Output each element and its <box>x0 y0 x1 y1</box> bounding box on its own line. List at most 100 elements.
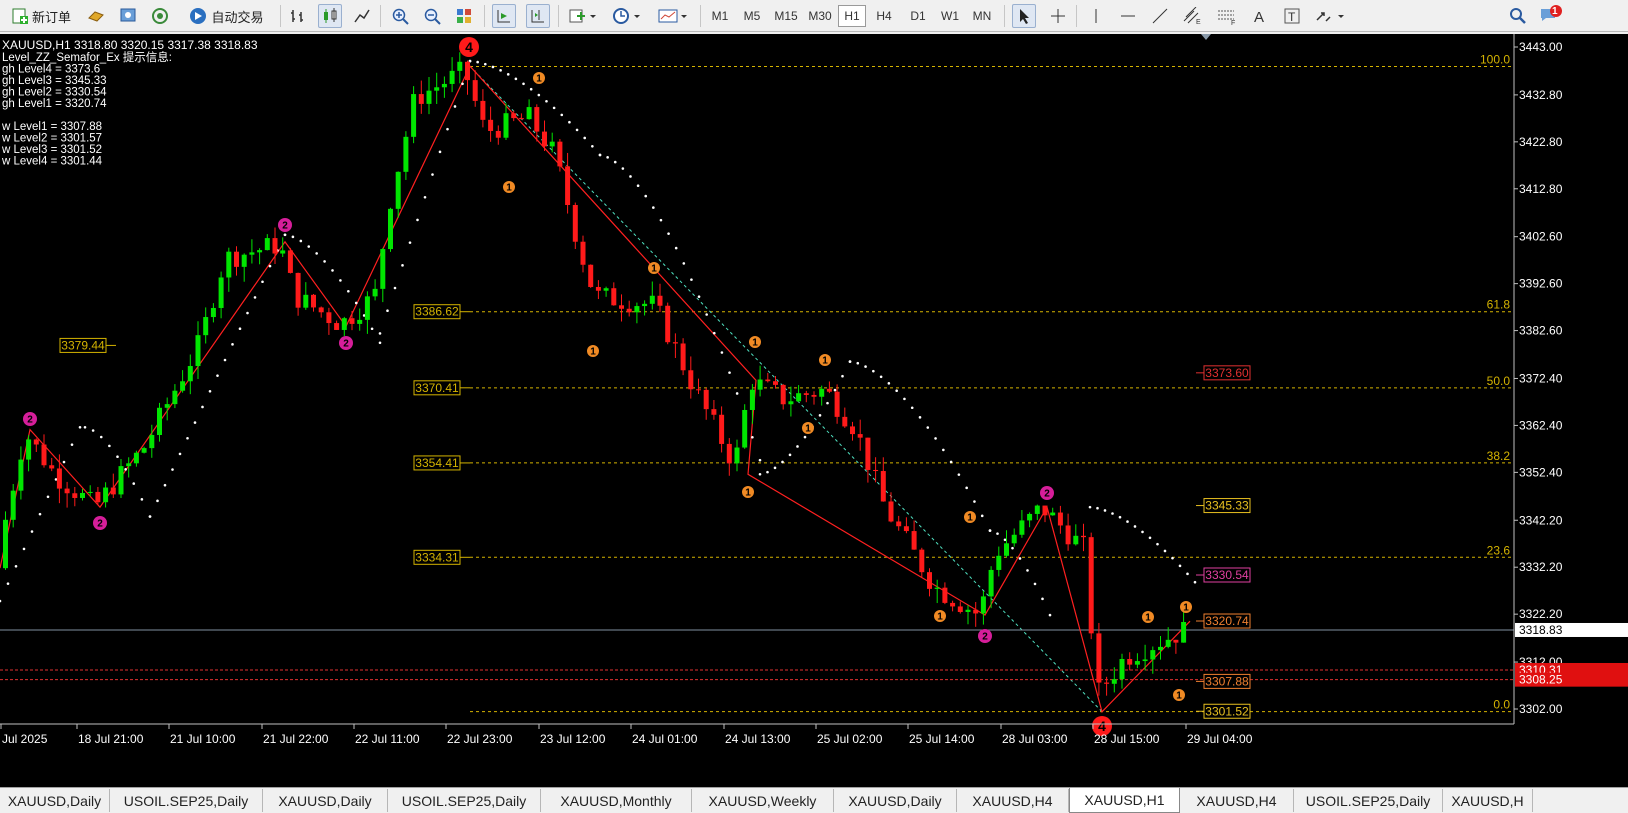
chart-tab[interactable]: XAUUSD,Monthly <box>541 789 692 812</box>
arrows-dropdown[interactable] <box>1312 4 1350 28</box>
tile-windows-button[interactable] <box>452 4 476 28</box>
semafor-marker-label: 2 <box>97 519 103 530</box>
navigator-button[interactable] <box>116 4 140 28</box>
tab-scroll-arrows[interactable] <box>1536 790 1626 811</box>
candle-body <box>757 379 763 390</box>
sar-dot <box>606 156 609 159</box>
chart-tab[interactable]: XAUUSD,H1 <box>1069 788 1180 813</box>
search-icon <box>1510 8 1526 24</box>
auto-trading-button[interactable]: 自动交易 <box>180 4 272 28</box>
text-tool-button[interactable]: A <box>1248 4 1272 28</box>
chart-tab[interactable]: XAUUSD,H4 <box>957 789 1069 812</box>
auto-scroll-button[interactable] <box>492 4 516 28</box>
timeframe-m5-button[interactable]: M5 <box>738 5 766 27</box>
templates-dropdown[interactable] <box>654 4 694 28</box>
tile-windows-icon <box>457 9 471 23</box>
terminal-button[interactable] <box>148 4 172 28</box>
zigzag-line <box>0 65 1191 713</box>
chart-tab[interactable]: XAUUSD,H <box>1443 789 1533 812</box>
sar-dot <box>644 194 648 198</box>
chart-tab[interactable]: XAUUSD,H4 <box>1180 789 1294 812</box>
sar-dot <box>231 343 234 346</box>
chart-tab[interactable]: XAUUSD,Weekly <box>692 789 834 812</box>
chart-tab[interactable]: XAUUSD,Daily <box>0 789 110 812</box>
market-watch-button[interactable] <box>84 4 108 28</box>
timeframe-d1-button[interactable]: D1 <box>904 5 932 27</box>
chart-tab[interactable]: XAUUSD,Daily <box>263 789 388 812</box>
sar-dot <box>1011 546 1014 550</box>
level-box-label: 3386.62 <box>415 305 459 319</box>
candle-body <box>1050 512 1056 516</box>
candle-body <box>388 208 393 250</box>
sar-dot <box>1148 536 1152 540</box>
cursor-tool-button[interactable] <box>1012 4 1036 28</box>
bar-chart-button[interactable] <box>286 4 310 28</box>
candle-body <box>773 381 778 385</box>
indicators-dropdown[interactable] <box>565 4 601 28</box>
text-label-button[interactable]: T <box>1280 4 1304 28</box>
chart-tab[interactable]: USOIL.SEP25,Daily <box>110 789 263 812</box>
candle-body <box>26 439 32 460</box>
sar-dot <box>598 153 602 157</box>
candle-body <box>873 469 879 472</box>
chat-icon <box>1541 5 1562 21</box>
search-button[interactable] <box>1506 4 1530 28</box>
sar-dot <box>728 371 731 374</box>
price-tick-label: 3372.40 <box>1519 371 1563 385</box>
chart-tab[interactable]: USOIL.SEP25,Daily <box>1294 789 1443 812</box>
new-order-button[interactable]: 新订单 <box>4 4 78 28</box>
timeframe-w1-button[interactable]: W1 <box>936 5 964 27</box>
chart-tab[interactable]: USOIL.SEP25,Daily <box>388 789 541 812</box>
sar-dot <box>583 136 587 140</box>
timeframe-h4-button[interactable]: H4 <box>870 5 898 27</box>
timeframe-m15-button[interactable]: M15 <box>770 5 802 27</box>
main-toolbar: 新订单 自动交易 M1 M5 M15 M30 H1 H4 D1 W1 MN E F A T 1 <box>0 0 1628 32</box>
periods-dropdown[interactable] <box>608 4 648 28</box>
horizontal-line-button[interactable] <box>1116 4 1140 28</box>
candle-body <box>942 587 948 603</box>
sar-dot <box>1111 512 1114 515</box>
zoom-out-button[interactable] <box>420 4 444 28</box>
price-chart[interactable]: 100.0 61.8 50.0 38.2 23.6 0.0 4 2 2 2 2 1 1 1 1 1 1 1 1 1 1… <box>0 34 1628 787</box>
sar-dot <box>788 453 792 457</box>
candle-body <box>234 251 239 267</box>
price-tick-label: 3342.20 <box>1519 513 1563 527</box>
timeframe-mn-button[interactable]: MN <box>968 5 996 27</box>
timeframe-m1-button[interactable]: M1 <box>706 5 734 27</box>
semafor-marker-label: 1 <box>590 347 596 358</box>
candle-body <box>796 393 802 402</box>
candle-body <box>1150 650 1156 660</box>
timeframe-m30-button[interactable]: M30 <box>804 5 836 27</box>
fib-level-label: 61.8 <box>1487 298 1511 312</box>
chart-tab[interactable]: XAUUSD,Daily <box>834 789 957 812</box>
candlestick-button[interactable] <box>318 4 342 28</box>
sar-dot <box>453 105 457 108</box>
sar-dot <box>848 360 852 363</box>
equidistant-channel-button[interactable]: E <box>1180 4 1204 28</box>
candle-body <box>557 141 563 167</box>
timeframe-h1-button[interactable]: H1 <box>838 5 866 27</box>
sar-dot <box>1026 569 1029 572</box>
zoom-in-button[interactable] <box>388 4 412 28</box>
chart-shift-button[interactable] <box>526 4 550 28</box>
fib-diagonal-line <box>469 66 1103 712</box>
sar-dot <box>926 426 930 429</box>
crosshair-tool-button[interactable] <box>1046 4 1070 28</box>
sar-dot <box>401 264 404 267</box>
sar-dot <box>705 313 708 316</box>
fibonacci-button[interactable]: F <box>1214 4 1240 28</box>
trendline-button[interactable] <box>1148 4 1172 28</box>
sar-dot <box>1171 556 1174 560</box>
notifications-button[interactable]: 1 <box>1538 4 1564 28</box>
semafor-marker-label: 2 <box>1044 489 1050 500</box>
sar-dot <box>491 65 495 69</box>
separator <box>1076 5 1077 27</box>
candle-body <box>965 609 971 612</box>
separator <box>280 5 281 27</box>
line-chart-button[interactable] <box>350 4 374 28</box>
candle-body <box>364 296 370 320</box>
sar-dot <box>438 150 442 154</box>
sar-dot <box>552 106 556 110</box>
vertical-line-button[interactable] <box>1084 4 1108 28</box>
sar-dot <box>461 82 464 86</box>
